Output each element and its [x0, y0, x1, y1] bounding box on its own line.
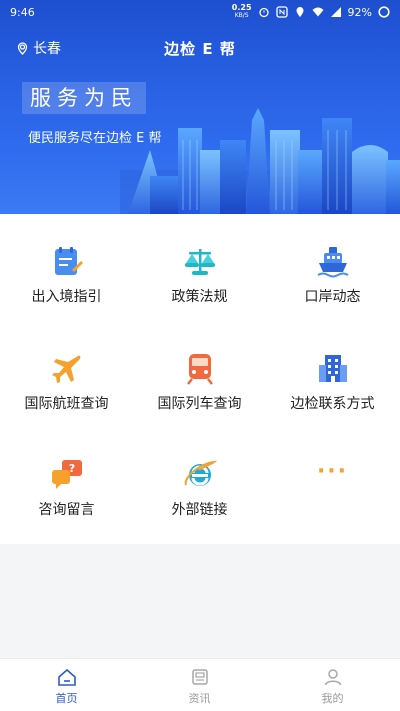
service-label: 咨询留言 — [38, 502, 95, 518]
home-icon — [57, 668, 76, 686]
service-train-query[interactable]: 国际列车查询 — [133, 321, 266, 421]
app-title: 边检 E 帮 — [164, 40, 236, 58]
scale-icon — [184, 249, 215, 275]
guide-icon — [54, 247, 83, 275]
hero-banner: 9:46 0.25 KB/S 92% 长春 边检 E 帮 服务为民 便民服务尽在边… — [0, 0, 400, 214]
service-policies[interactable]: 政策法规 — [133, 214, 266, 314]
more-icon: ··· — [316, 459, 349, 484]
service-label: 国际列车查询 — [157, 396, 242, 412]
services-grid: 出入境指引 政策法规 口岸动态 国际航班查询 国际列车查询 边检联系方式 ? 咨… — [0, 214, 400, 544]
news-icon — [191, 669, 208, 685]
banner-subtitle: 便民服务尽在边检 E 帮 — [28, 131, 162, 146]
service-label: 外部链接 — [171, 502, 228, 518]
service-more[interactable]: ··· — [266, 427, 399, 527]
service-label: 口岸动态 — [304, 289, 361, 305]
ship-icon — [316, 247, 349, 278]
airplane-icon — [51, 355, 80, 383]
tab-profile[interactable]: 我的 — [266, 659, 399, 711]
battery-percent: 92% — [347, 5, 372, 19]
tab-label: 首页 — [55, 692, 78, 705]
service-label: 政策法规 — [171, 289, 228, 305]
browser-icon — [184, 460, 217, 486]
service-port-news[interactable]: 口岸动态 — [266, 214, 399, 314]
alarm-icon — [258, 7, 269, 18]
tab-home[interactable]: 首页 — [0, 659, 133, 711]
nfc-icon — [275, 6, 288, 18]
building-icon — [318, 355, 347, 382]
banner-slogan: 服务为民 — [22, 82, 146, 114]
service-label: 出入境指引 — [31, 289, 102, 305]
signal-icon — [330, 7, 341, 17]
service-contact-info[interactable]: 边检联系方式 — [266, 321, 399, 421]
user-icon — [324, 669, 341, 686]
tab-label: 我的 — [321, 692, 344, 705]
service-label: 边检联系方式 — [290, 396, 375, 412]
service-label: 国际航班查询 — [24, 396, 109, 412]
service-flight-query[interactable]: 国际航班查询 — [0, 321, 133, 421]
network-speed: 0.25 KB/S — [231, 3, 252, 20]
battery-icon — [378, 6, 390, 18]
tab-news[interactable]: 资讯 — [133, 659, 266, 711]
chat-icon: ? — [51, 460, 82, 489]
status-time: 9:46 — [10, 6, 35, 19]
wifi-icon — [312, 7, 324, 17]
location-status-icon — [296, 7, 304, 17]
tab-label: 资讯 — [188, 692, 211, 705]
service-consult-message[interactable]: ? 咨询留言 — [0, 427, 133, 527]
service-entry-exit-guide[interactable]: 出入境指引 — [0, 214, 133, 314]
service-external-links[interactable]: 外部链接 — [133, 427, 266, 527]
train-icon — [186, 354, 213, 385]
bottom-tab-bar: 首页 资讯 我的 — [0, 658, 400, 711]
status-bar: 9:46 0.25 KB/S 92% — [0, 0, 400, 26]
